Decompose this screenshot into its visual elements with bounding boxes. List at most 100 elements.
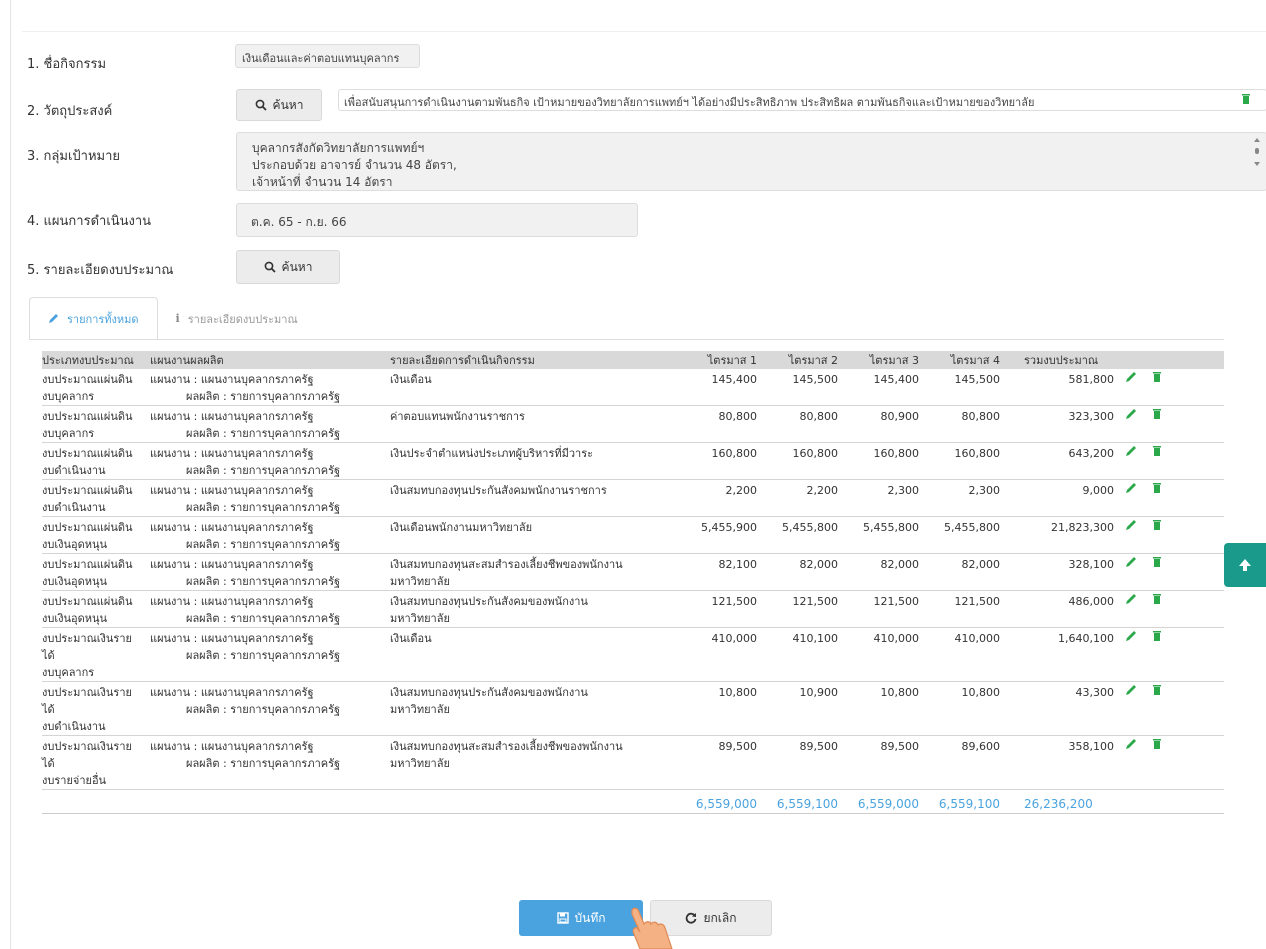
cell-q1: 160,800	[711, 447, 758, 460]
cell-q3: 5,455,800	[863, 521, 919, 534]
edit-icon[interactable]	[1125, 371, 1137, 383]
edit-icon[interactable]	[1125, 556, 1137, 568]
type-line-2: ได้	[42, 649, 55, 662]
table-row: งบประมาณแผ่นดิน งบบุคลากร แผนงาน : แผนงานบ…	[42, 406, 1224, 443]
header-plan: แผนงานผลผลิต	[150, 354, 224, 367]
edit-icon[interactable]	[1125, 630, 1137, 642]
plan-line-2: ผลผลิต : รายการบุคลากรภาครัฐ	[186, 612, 341, 625]
detail-line-2: มหาวิทยาลัย	[390, 612, 450, 625]
type-line-3: งบดำเนินงาน	[42, 720, 106, 733]
save-label: บันทึก	[574, 910, 606, 925]
cell-total: 43,300	[1075, 686, 1115, 699]
cell-q4: 80,800	[961, 410, 1001, 423]
plan-line-1: แผนงาน : แผนงานบุคลากรภาครัฐ	[150, 521, 314, 534]
cell-total: 486,000	[1068, 595, 1115, 608]
objective-text: เพื่อสนับสนุนการดำเนินงานตามพันธกิจ เป้า…	[344, 96, 1035, 109]
detail-line-2: มหาวิทยาลัย	[390, 703, 450, 716]
cell-total: 643,200	[1068, 447, 1115, 460]
trash-icon[interactable]	[1151, 684, 1163, 696]
pencil-icon	[49, 314, 58, 323]
detail-line-1: เงินสมทบกองทุนประกันสังคมพนักงานราชการ	[390, 484, 607, 497]
activity-label: 1. ชื่อกิจกรรม	[27, 57, 107, 72]
objective-search-button[interactable]: ค้นหา	[236, 89, 322, 121]
trash-icon[interactable]	[1151, 445, 1163, 457]
plan-label: 4. แผนการดำเนินงาน	[27, 214, 152, 229]
cell-q4: 2,300	[968, 484, 1001, 497]
cell-q3: 89,500	[880, 740, 920, 753]
tab-all-items-label: รายการทั้งหมด	[67, 312, 139, 326]
table-row: งบประมาณแผ่นดิน งบบุคลากร แผนงาน : แผนงานบ…	[42, 369, 1224, 406]
trash-icon[interactable]	[1151, 371, 1163, 383]
cell-q3: 10,800	[880, 686, 920, 699]
trash-icon[interactable]	[1151, 556, 1163, 568]
page-left-border	[10, 0, 11, 949]
detail-line-1: เงินสมทบกองทุนประกันสังคมของพนักงาน	[390, 686, 588, 699]
type-line-1: งบประมาณแผ่นดิน	[42, 595, 133, 608]
edit-icon[interactable]	[1125, 445, 1137, 457]
header-type: ประเภทงบประมาณ	[42, 354, 134, 367]
cell-q3: 2,300	[887, 484, 920, 497]
plan-line-2: ผลผลิต : รายการบุคลากรภาครัฐ	[186, 575, 341, 588]
tab-all-items[interactable]: รายการทั้งหมด	[29, 297, 158, 340]
search-icon	[264, 261, 276, 273]
cell-q4: 160,800	[954, 447, 1001, 460]
edit-icon[interactable]	[1125, 408, 1137, 420]
trash-icon[interactable]	[1151, 630, 1163, 642]
target-textarea[interactable]: บุคลากรสังกัดวิทยาลัยการแพทย์ฯ ประกอบด้ว…	[236, 132, 1266, 191]
type-line-1: งบประมาณแผ่นดิน	[42, 373, 133, 386]
cell-q2: 80,800	[799, 410, 839, 423]
total-all: 26,236,200	[1024, 797, 1093, 811]
total-q3: 6,559,000	[857, 797, 919, 811]
cell-q1: 2,200	[725, 484, 758, 497]
plan-field[interactable]: ต.ค. 65 - ก.ย. 66	[236, 203, 638, 237]
trash-icon[interactable]	[1151, 593, 1163, 605]
plan-line-2: ผลผลิต : รายการบุคลากรภาครัฐ	[186, 427, 341, 440]
cell-q2: 160,800	[792, 447, 839, 460]
cell-q3: 410,000	[873, 632, 920, 645]
type-line-2: ได้	[42, 757, 55, 770]
table-row: งบประมาณแผ่นดิน งบเงินอุดหนุน แผนงาน : แผน…	[42, 517, 1224, 554]
edit-icon[interactable]	[1125, 738, 1137, 750]
cell-q4: 410,000	[954, 632, 1001, 645]
objective-field[interactable]: เพื่อสนับสนุนการดำเนินงานตามพันธกิจ เป้า…	[338, 89, 1266, 111]
objective-trash-icon[interactable]	[1241, 93, 1251, 105]
plan-line-1: แผนงาน : แผนงานบุคลากรภาครัฐ	[150, 632, 314, 645]
edit-icon[interactable]	[1125, 684, 1137, 696]
cell-total: 581,800	[1068, 373, 1115, 386]
info-icon: i	[175, 312, 180, 325]
search-icon	[255, 99, 267, 111]
trash-icon[interactable]	[1151, 738, 1163, 750]
cell-q2: 89,500	[799, 740, 839, 753]
header-detail: รายละเอียดการดำเนินกิจกรรม	[390, 354, 535, 367]
header-q4: ไตรมาส 4	[950, 354, 1000, 367]
edit-icon[interactable]	[1125, 482, 1137, 494]
detail-line-1: เงินสมทบกองทุนประกันสังคมของพนักงาน	[390, 595, 588, 608]
trash-icon[interactable]	[1151, 482, 1163, 494]
textarea-scrollbar[interactable]	[1253, 137, 1261, 167]
edit-icon[interactable]	[1125, 593, 1137, 605]
plan-line-1: แผนงาน : แผนงานบุคลากรภาครัฐ	[150, 373, 314, 386]
budget-search-button[interactable]: ค้นหา	[236, 250, 340, 284]
type-line-2: งบเงินอุดหนุน	[42, 538, 108, 551]
table-row: งบประมาณเงินราย ได้ งบบุคลากร แผนงาน : แผนง…	[42, 628, 1224, 682]
detail-line-1: เงินสมทบกองทุนสะสมสำรองเลี้ยงชีพของพนักง…	[390, 558, 623, 571]
tab-budget-detail[interactable]: i รายละเอียดงบประมาณ	[158, 297, 316, 340]
cell-q1: 80,800	[718, 410, 758, 423]
objective-search-label: ค้นหา	[272, 97, 304, 112]
type-line-1: งบประมาณแผ่นดิน	[42, 447, 133, 460]
edit-icon[interactable]	[1125, 519, 1137, 531]
target-line-3: เจ้าหน้าที่ จำนวน 14 อัตรา	[252, 175, 393, 189]
activity-field[interactable]: เงินเดือนและค่าตอบแทนบุคลากร	[235, 44, 420, 68]
trash-icon[interactable]	[1151, 408, 1163, 420]
cell-q1: 89,500	[718, 740, 758, 753]
cell-q3: 82,000	[880, 558, 920, 571]
scroll-top-button[interactable]	[1224, 543, 1266, 587]
detail-line-2: มหาวิทยาลัย	[390, 757, 450, 770]
target-line-2: ประกอบด้วย อาจารย์ จำนวน 48 อัตรา,	[252, 158, 457, 172]
plan-line-1: แผนงาน : แผนงานบุคลากรภาครัฐ	[150, 740, 314, 753]
trash-icon[interactable]	[1151, 519, 1163, 531]
cell-total: 1,640,100	[1058, 632, 1114, 645]
top-divider	[22, 31, 1266, 32]
cell-total: 9,000	[1082, 484, 1115, 497]
header-q2: ไตรมาส 2	[788, 354, 838, 367]
